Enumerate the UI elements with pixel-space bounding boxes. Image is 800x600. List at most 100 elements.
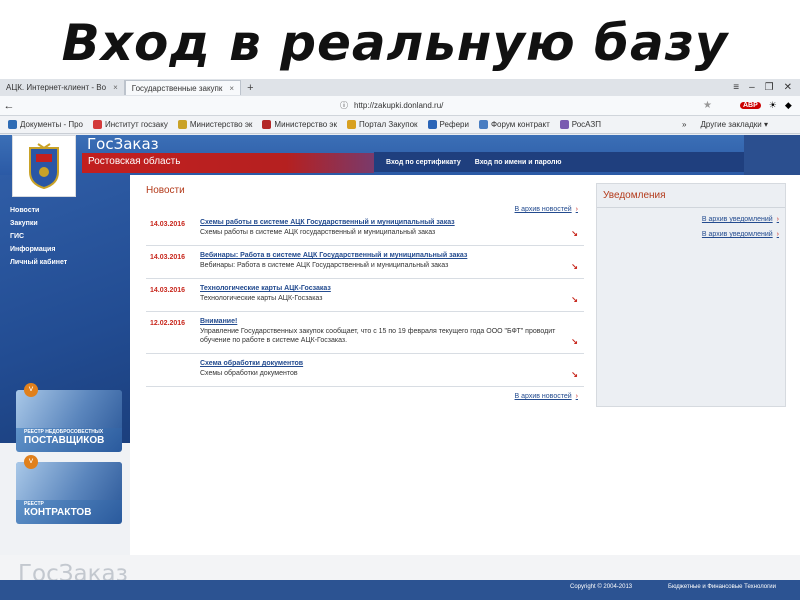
login-certificate-link[interactable]: Вход по сертификату	[386, 159, 461, 166]
sidebar-item-news[interactable]: Новости	[10, 207, 67, 214]
company-name[interactable]: Бюджетные и Финансовые Технологии	[668, 584, 776, 590]
news-title[interactable]: Вебинары: Работа в системе АЦК Государст…	[200, 252, 584, 259]
bookmark-icon	[478, 120, 488, 129]
news-title[interactable]: Схемы работы в системе АЦК Государственн…	[200, 219, 584, 226]
adblock-icon[interactable]: ABP	[740, 102, 761, 109]
news-item[interactable]: 12.02.2016 Внимание! Управление Государс…	[146, 312, 584, 354]
navigation-bar: ← ⓘ http://zakupki.donland.ru/ ★ ABP ☀ ◆	[0, 96, 800, 116]
tab-goszakupki[interactable]: Государственные закупк ×	[124, 80, 242, 95]
arrow-link-icon[interactable]: ↘	[571, 370, 578, 379]
bookmark-icon	[93, 120, 102, 129]
tab-label: Государственные закупк	[131, 83, 223, 93]
sidebar-item-purchases[interactable]: Закупки	[10, 220, 67, 227]
archive-label: В архив уведомлений	[701, 216, 773, 223]
new-tab-button[interactable]: +	[241, 82, 259, 94]
bookmark-item[interactable]: Рефери	[427, 120, 469, 129]
news-date: 12.02.2016	[150, 320, 186, 327]
news-title[interactable]: Внимание!	[200, 318, 584, 325]
arrow-link-icon[interactable]: ↘	[571, 229, 578, 238]
browser-screenshot: АЦК. Интернет-клиент - Во × Государствен…	[0, 79, 800, 600]
tab-ack-client[interactable]: АЦК. Интернет-клиент - Во ×	[0, 80, 125, 95]
banner-big-text: КОНТРАКТОВ	[24, 507, 92, 518]
news-archive-link-bottom[interactable]: В архив новостей ›	[146, 393, 584, 400]
news-text: Управление Государственных закупок сообщ…	[200, 328, 556, 344]
footer-bar	[0, 580, 800, 600]
bookmark-icon	[8, 120, 17, 129]
more-bookmarks-button[interactable]: »	[682, 120, 686, 129]
news-item[interactable]: 14.03.2016 Вебинары: Работа в системе АЦ…	[146, 246, 584, 279]
bookmark-item[interactable]: Документы - Про	[8, 120, 83, 129]
bookmark-item[interactable]: Министерство эк	[262, 120, 337, 129]
sidebar-item-information[interactable]: Информация	[10, 246, 67, 253]
address-bar[interactable]: ⓘ http://zakupki.donland.ru/ ★	[340, 98, 712, 113]
maximize-icon[interactable]: ❐	[765, 82, 774, 93]
region-name: Ростовская область	[88, 156, 181, 167]
close-tab-icon[interactable]: ×	[113, 83, 118, 92]
bookmark-label: Форум контракт	[490, 120, 550, 129]
news-text: Технологические карты АЦК-Госзаказ	[200, 295, 323, 302]
news-item[interactable]: 14.03.2016 Схемы работы в системе АЦК Го…	[146, 213, 584, 246]
news-date: 14.03.2016	[150, 287, 186, 294]
news-date: 14.03.2016	[150, 254, 186, 261]
bookmark-label: Министерство эк	[189, 120, 253, 129]
arrow-link-icon[interactable]: ↘	[571, 262, 578, 271]
notifications-panel: Уведомления В архив уведомлений › В архив…	[596, 183, 786, 407]
arrow-icon: ›	[776, 231, 779, 238]
bookmark-label: Институт госзаку	[105, 120, 168, 129]
bookmarks-overflow: » Другие закладки ▾	[682, 120, 768, 129]
tab-bar: АЦК. Интернет-клиент - Во × Государствен…	[0, 79, 800, 96]
extension-icon-2[interactable]: ◆	[785, 100, 792, 111]
news-title[interactable]: Технологические карты АЦК-Госзаказ	[200, 285, 584, 292]
region-bar: Ростовская область	[82, 153, 374, 173]
copyright-text: Copyright © 2004-2013	[570, 584, 633, 590]
coat-of-arms	[12, 135, 76, 197]
news-date: 14.03.2016	[150, 221, 186, 228]
chevron-down-icon[interactable]: ˅	[24, 455, 38, 469]
sidebar-item-cabinet[interactable]: Личный кабинет	[10, 259, 67, 266]
extension-icon[interactable]: ☀	[769, 100, 777, 111]
arrow-icon: ›	[575, 206, 578, 213]
notifications-archive-link-2[interactable]: В архив уведомлений ›	[597, 231, 785, 238]
news-item[interactable]: Схема обработки документов Схемы обработ…	[146, 354, 584, 387]
bookmark-icon	[347, 120, 356, 129]
minimize-icon[interactable]: –	[749, 82, 755, 93]
bookmark-label: Документы - Про	[20, 120, 83, 129]
news-heading: Новости	[146, 185, 185, 196]
other-bookmarks-button[interactable]: Другие закладки ▾	[700, 120, 768, 129]
sidebar-item-gis[interactable]: ГИС	[10, 233, 67, 240]
site-header: ГосЗаказ Ростовская область Вход по серт…	[0, 135, 800, 175]
login-links: Вход по сертификату Вход по имени и паро…	[374, 152, 744, 172]
menu-icon[interactable]: ≡	[733, 82, 739, 93]
close-window-icon[interactable]: ✕	[784, 82, 792, 93]
bookmark-label: Портал Закупок	[359, 120, 418, 129]
coat-of-arms-icon	[29, 143, 59, 190]
banner-unfair-suppliers[interactable]: РЕЕСТР НЕДОБРОСОВЕСТНЫХ ПОСТАВЩИКОВ	[16, 390, 122, 452]
bookmark-item[interactable]: Министерство эк	[177, 120, 253, 129]
web-page: ГосЗаказ Ростовская область Вход по серт…	[0, 135, 800, 600]
close-tab-icon[interactable]: ×	[229, 84, 234, 93]
window-controls: ≡ – ❐ ✕	[733, 82, 800, 93]
news-title[interactable]: Схема обработки документов	[200, 360, 584, 367]
archive-label: В архив новостей	[514, 206, 572, 213]
bookmark-item[interactable]: РосАЗП	[559, 120, 601, 129]
news-section: Новости В архив новостей › 14.03.2016 Схе…	[146, 185, 584, 400]
url-text: http://zakupki.donland.ru/	[354, 101, 444, 110]
bookmark-star-icon[interactable]: ★	[703, 100, 712, 111]
banner-contracts[interactable]: РЕЕСТР КОНТРАКТОВ	[16, 462, 122, 524]
bookmark-item[interactable]: Форум контракт	[478, 120, 550, 129]
arrow-link-icon[interactable]: ↘	[571, 295, 578, 304]
arrow-link-icon[interactable]: ↘	[571, 337, 578, 346]
chevron-down-icon[interactable]: ˅	[24, 383, 38, 397]
back-button[interactable]: ←	[0, 100, 18, 112]
bookmark-item[interactable]: Институт госзаку	[93, 120, 168, 129]
login-password-link[interactable]: Вход по имени и паролю	[475, 159, 562, 166]
info-icon[interactable]: ⓘ	[340, 100, 348, 111]
news-item[interactable]: 14.03.2016 Технологические карты АЦК-Гос…	[146, 279, 584, 312]
notifications-archive-link[interactable]: В архив уведомлений ›	[597, 216, 785, 223]
site-brand[interactable]: ГосЗаказ	[87, 135, 159, 153]
news-archive-link[interactable]: В архив новостей ›	[146, 206, 584, 213]
notifications-heading: Уведомления	[597, 184, 785, 208]
tab-label: АЦК. Интернет-клиент - Во	[6, 83, 107, 92]
archive-label: В архив новостей	[514, 393, 572, 400]
bookmark-item[interactable]: Портал Закупок	[347, 120, 418, 129]
